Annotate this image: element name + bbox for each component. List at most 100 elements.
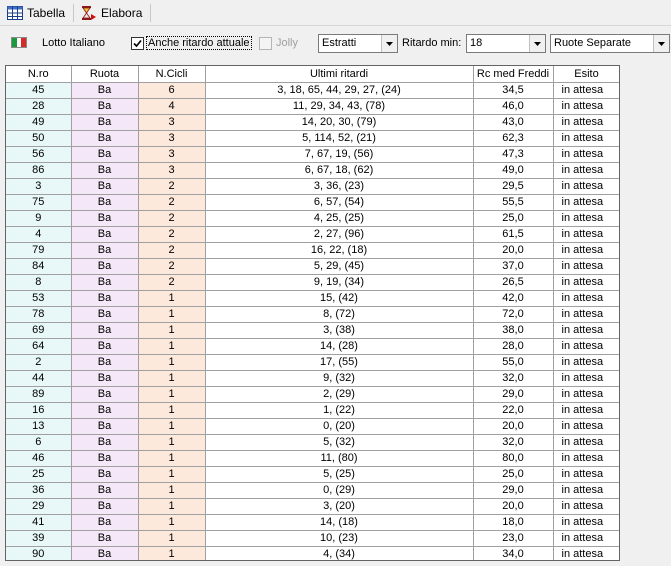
cell-ruota: Ba: [71, 386, 139, 403]
cell-esito: in attesa: [553, 386, 619, 403]
cell-ultimi-ritardi: 17, (55): [205, 354, 474, 371]
results-grid[interactable]: N.ro Ruota N.Cicli Ultimi ritardi Rc med…: [5, 65, 620, 561]
col-header-ruota[interactable]: Ruota: [71, 66, 139, 83]
checkmark-icon: [133, 39, 142, 48]
col-header-nro[interactable]: N.ro: [6, 66, 72, 83]
italian-flag-icon: [11, 37, 27, 48]
cell-ruota: Ba: [71, 514, 139, 531]
cell-nro: 69: [6, 322, 72, 339]
cell-nro: 45: [6, 82, 72, 99]
anche-ritardo-checkbox[interactable]: [131, 37, 144, 50]
cell-rc-med-freddi: 25,0: [473, 210, 554, 227]
cell-esito: in attesa: [553, 498, 619, 515]
table-row[interactable]: 69 Ba 1 3, (38) 38,0 in attesa: [6, 322, 619, 339]
cell-ruota: Ba: [71, 98, 139, 115]
cell-esito: in attesa: [553, 194, 619, 211]
table-row[interactable]: 79 Ba 2 16, 22, (18) 20,0 in attesa: [6, 242, 619, 259]
table-row[interactable]: 89 Ba 1 2, (29) 29,0 in attesa: [6, 386, 619, 403]
cell-esito: in attesa: [553, 274, 619, 291]
col-header-rc-med-freddi[interactable]: Rc med Freddi: [473, 66, 554, 83]
table-row[interactable]: 44 Ba 1 9, (32) 32,0 in attesa: [6, 370, 619, 387]
cell-ncicli: 1: [138, 466, 206, 483]
col-header-ncicli[interactable]: N.Cicli: [138, 66, 206, 83]
cell-esito: in attesa: [553, 370, 619, 387]
cell-esito: in attesa: [553, 338, 619, 355]
jolly-checkbox[interactable]: [259, 37, 272, 50]
cell-ncicli: 1: [138, 386, 206, 403]
toolbar-separator: [150, 3, 152, 22]
table-row[interactable]: 50 Ba 3 5, 114, 52, (21) 62,3 in attesa: [6, 130, 619, 147]
cell-ncicli: 1: [138, 322, 206, 339]
table-body: 45 Ba 6 3, 18, 65, 44, 29, 27, (24) 34,5 in a…: [6, 82, 619, 560]
table-row[interactable]: 41 Ba 1 14, (18) 18,0 in attesa: [6, 514, 619, 531]
table-row[interactable]: 6 Ba 1 5, (32) 32,0 in attesa: [6, 434, 619, 451]
cell-ultimi-ritardi: 3, 18, 65, 44, 29, 27, (24): [205, 82, 474, 99]
chevron-down-icon[interactable]: [529, 35, 545, 52]
table-row[interactable]: 75 Ba 2 6, 57, (54) 55,5 in attesa: [6, 194, 619, 211]
table-row[interactable]: 8 Ba 2 9, 19, (34) 26,5 in attesa: [6, 274, 619, 291]
cell-ruota: Ba: [71, 434, 139, 451]
cell-nro: 79: [6, 242, 72, 259]
toolbar: Tabella Elabora: [0, 0, 671, 26]
cell-esito: in attesa: [553, 162, 619, 179]
table-row[interactable]: 13 Ba 1 0, (20) 20,0 in attesa: [6, 418, 619, 435]
tabella-button[interactable]: Tabella: [4, 2, 71, 24]
table-row[interactable]: 28 Ba 4 11, 29, 34, 43, (78) 46,0 in attesa: [6, 98, 619, 115]
table-row[interactable]: 2 Ba 1 17, (55) 55,0 in attesa: [6, 354, 619, 371]
table-icon: [7, 5, 23, 20]
cell-ultimi-ritardi: 11, (80): [205, 450, 474, 467]
cell-ncicli: 1: [138, 370, 206, 387]
cell-esito: in attesa: [553, 258, 619, 275]
cell-nro: 75: [6, 194, 72, 211]
col-header-esito[interactable]: Esito: [553, 66, 619, 83]
chevron-down-icon[interactable]: [653, 35, 669, 52]
cell-ultimi-ritardi: 5, 114, 52, (21): [205, 130, 474, 147]
cell-ruota: Ba: [71, 450, 139, 467]
chevron-down-icon[interactable]: [381, 35, 397, 52]
cell-nro: 84: [6, 258, 72, 275]
table-row[interactable]: 56 Ba 3 7, 67, 19, (56) 47,3 in attesa: [6, 146, 619, 163]
cell-ruota: Ba: [71, 466, 139, 483]
toolbar-separator: [73, 3, 75, 22]
cell-ncicli: 1: [138, 482, 206, 499]
table-row[interactable]: 25 Ba 1 5, (25) 25,0 in attesa: [6, 466, 619, 483]
table-row[interactable]: 4 Ba 2 2, 27, (96) 61,5 in attesa: [6, 226, 619, 243]
table-row[interactable]: 45 Ba 6 3, 18, 65, 44, 29, 27, (24) 34,5 in a…: [6, 82, 619, 99]
cell-ruota: Ba: [71, 242, 139, 259]
cell-ncicli: 1: [138, 354, 206, 371]
table-row[interactable]: 53 Ba 1 15, (42) 42,0 in attesa: [6, 290, 619, 307]
cell-rc-med-freddi: 18,0: [473, 514, 554, 531]
cell-ruota: Ba: [71, 498, 139, 515]
cell-rc-med-freddi: 42,0: [473, 290, 554, 307]
table-row[interactable]: 78 Ba 1 8, (72) 72,0 in attesa: [6, 306, 619, 323]
cell-esito: in attesa: [553, 290, 619, 307]
elabora-button[interactable]: Elabora: [78, 2, 148, 24]
table-row[interactable]: 49 Ba 3 14, 20, 30, (79) 43,0 in attesa: [6, 114, 619, 131]
table-row[interactable]: 90 Ba 1 4, (34) 34,0 in attesa: [6, 546, 619, 560]
table-row[interactable]: 29 Ba 1 3, (20) 20,0 in attesa: [6, 498, 619, 515]
col-header-ultimi-ritardi[interactable]: Ultimi ritardi: [205, 66, 474, 83]
ruote-select[interactable]: Ruote Separate: [550, 34, 670, 53]
cell-rc-med-freddi: 46,0: [473, 98, 554, 115]
cell-ruota: Ba: [71, 482, 139, 499]
table-row[interactable]: 86 Ba 3 6, 67, 18, (62) 49,0 in attesa: [6, 162, 619, 179]
table-row[interactable]: 16 Ba 1 1, (22) 22,0 in attesa: [6, 402, 619, 419]
table-row[interactable]: 64 Ba 1 14, (28) 28,0 in attesa: [6, 338, 619, 355]
table-row[interactable]: 39 Ba 1 10, (23) 23,0 in attesa: [6, 530, 619, 547]
cell-rc-med-freddi: 28,0: [473, 338, 554, 355]
table-row[interactable]: 36 Ba 1 0, (29) 29,0 in attesa: [6, 482, 619, 499]
cell-rc-med-freddi: 32,0: [473, 434, 554, 451]
cell-rc-med-freddi: 62,3: [473, 130, 554, 147]
cell-rc-med-freddi: 26,5: [473, 274, 554, 291]
cell-nro: 13: [6, 418, 72, 435]
cell-rc-med-freddi: 37,0: [473, 258, 554, 275]
cell-ncicli: 2: [138, 194, 206, 211]
table-row[interactable]: 9 Ba 2 4, 25, (25) 25,0 in attesa: [6, 210, 619, 227]
anche-ritardo-label[interactable]: Anche ritardo attuale: [146, 36, 252, 50]
cell-ultimi-ritardi: 6, 57, (54): [205, 194, 474, 211]
table-row[interactable]: 3 Ba 2 3, 36, (23) 29,5 in attesa: [6, 178, 619, 195]
ritardo-min-select[interactable]: 18: [466, 34, 546, 53]
table-row[interactable]: 46 Ba 1 11, (80) 80,0 in attesa: [6, 450, 619, 467]
estratti-select[interactable]: Estratti: [318, 34, 398, 53]
table-row[interactable]: 84 Ba 2 5, 29, (45) 37,0 in attesa: [6, 258, 619, 275]
